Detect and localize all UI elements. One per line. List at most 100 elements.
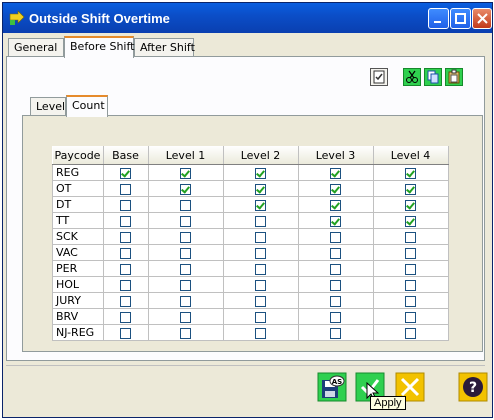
level-checkbox[interactable] (330, 199, 341, 211)
checkbox-cell (102, 308, 149, 325)
tab-level[interactable]: Level (30, 97, 66, 116)
minimize-button[interactable] (428, 8, 449, 29)
level-checkbox[interactable] (255, 167, 266, 179)
column-header-base[interactable]: Base (103, 146, 149, 165)
column-header-paycode[interactable]: Paycode (52, 146, 104, 165)
checkbox-cell (222, 324, 299, 341)
tab-general-label: General (14, 41, 58, 54)
checkbox-cell (102, 196, 149, 213)
level-checkbox[interactable] (180, 263, 191, 275)
column-header-level-4[interactable]: Level 4 (373, 146, 449, 165)
tab-after-shift[interactable]: After Shift (134, 38, 195, 57)
level-checkbox[interactable] (180, 215, 191, 227)
level-checkbox[interactable] (255, 263, 266, 275)
column-header-level-2[interactable]: Level 2 (223, 146, 299, 165)
save-as-button[interactable]: AS (317, 372, 347, 402)
checkbox-cell (372, 276, 449, 293)
table-row: BRV (52, 308, 449, 325)
level-checkbox[interactable] (405, 279, 416, 291)
close-button[interactable] (472, 8, 492, 29)
level-checkbox[interactable] (330, 231, 341, 243)
level-checkbox[interactable] (405, 167, 416, 179)
level-checkbox[interactable] (120, 167, 131, 179)
level-checkbox[interactable] (330, 247, 341, 259)
level-checkbox[interactable] (255, 215, 266, 227)
level-checkbox[interactable] (255, 327, 266, 339)
level-checkbox[interactable] (180, 327, 191, 339)
level-checkbox[interactable] (405, 247, 416, 259)
level-checkbox[interactable] (180, 311, 191, 323)
level-checkbox[interactable] (405, 231, 416, 243)
checkbox-cell (147, 180, 224, 197)
level-checkbox[interactable] (120, 263, 131, 275)
tab-count[interactable]: Count (66, 95, 108, 117)
level-checkbox[interactable] (120, 199, 131, 211)
table-row: TT (52, 212, 449, 229)
level-checkbox[interactable] (180, 279, 191, 291)
level-checkbox[interactable] (120, 183, 131, 195)
level-checkbox[interactable] (330, 263, 341, 275)
level-checkbox[interactable] (330, 279, 341, 291)
level-checkbox[interactable] (180, 231, 191, 243)
level-checkbox[interactable] (180, 183, 191, 195)
checkbox-cell (147, 324, 224, 341)
checkbox-cell (372, 260, 449, 277)
level-checkbox[interactable] (405, 183, 416, 195)
level-checkbox[interactable] (405, 199, 416, 211)
level-checkbox[interactable] (330, 311, 341, 323)
checkbox-cell (102, 228, 149, 245)
level-checkbox[interactable] (180, 199, 191, 211)
checkbox-cell (222, 244, 299, 261)
checkbox-cell (297, 196, 374, 213)
level-checkbox[interactable] (405, 215, 416, 227)
level-checkbox[interactable] (255, 183, 266, 195)
table-row: NJ-REG (52, 324, 449, 341)
tab-general[interactable]: General (8, 38, 64, 57)
level-checkbox[interactable] (330, 327, 341, 339)
level-checkbox[interactable] (120, 231, 131, 243)
level-checkbox[interactable] (330, 215, 341, 227)
tab-before-shift[interactable]: Before Shift (64, 36, 134, 58)
help-button[interactable]: ? (458, 372, 488, 402)
level-checkbox[interactable] (180, 167, 191, 179)
table-row: JURY (52, 292, 449, 309)
level-checkbox[interactable] (180, 295, 191, 307)
level-checkbox[interactable] (405, 311, 416, 323)
checkbox-cell (372, 228, 449, 245)
column-header-level-3[interactable]: Level 3 (298, 146, 374, 165)
copy-button[interactable] (424, 68, 442, 86)
level-checkbox[interactable] (120, 247, 131, 259)
column-header-level-1[interactable]: Level 1 (148, 146, 224, 165)
level-checkbox[interactable] (255, 231, 266, 243)
level-checkbox[interactable] (120, 215, 131, 227)
paste-button[interactable] (445, 68, 463, 86)
title-bar[interactable]: Outside Shift Overtime (3, 3, 492, 33)
level-checkbox[interactable] (255, 295, 266, 307)
level-checkbox[interactable] (255, 199, 266, 211)
checkbox-cell (222, 164, 299, 181)
level-checkbox[interactable] (255, 311, 266, 323)
level-checkbox[interactable] (120, 279, 131, 291)
level-checkbox[interactable] (405, 327, 416, 339)
level-checkbox[interactable] (330, 295, 341, 307)
level-checkbox[interactable] (180, 247, 191, 259)
level-checkbox[interactable] (330, 183, 341, 195)
level-checkbox[interactable] (405, 295, 416, 307)
level-checkbox[interactable] (255, 279, 266, 291)
cut-button[interactable] (403, 68, 421, 86)
paycode-cell: VAC (52, 244, 104, 261)
checkbox-cell (372, 308, 449, 325)
tab-after-shift-label: After Shift (140, 41, 195, 54)
level-checkbox[interactable] (330, 167, 341, 179)
level-checkbox[interactable] (255, 247, 266, 259)
level-checkbox[interactable] (120, 327, 131, 339)
checkbox-cell (372, 164, 449, 181)
level-checkbox[interactable] (120, 295, 131, 307)
maximize-button[interactable] (450, 8, 471, 29)
table-row: HOL (52, 276, 449, 293)
checkbox-cell (222, 196, 299, 213)
select-all-button[interactable] (370, 68, 388, 86)
level-checkbox[interactable] (405, 263, 416, 275)
level-checkbox[interactable] (120, 311, 131, 323)
checkbox-cell (222, 228, 299, 245)
